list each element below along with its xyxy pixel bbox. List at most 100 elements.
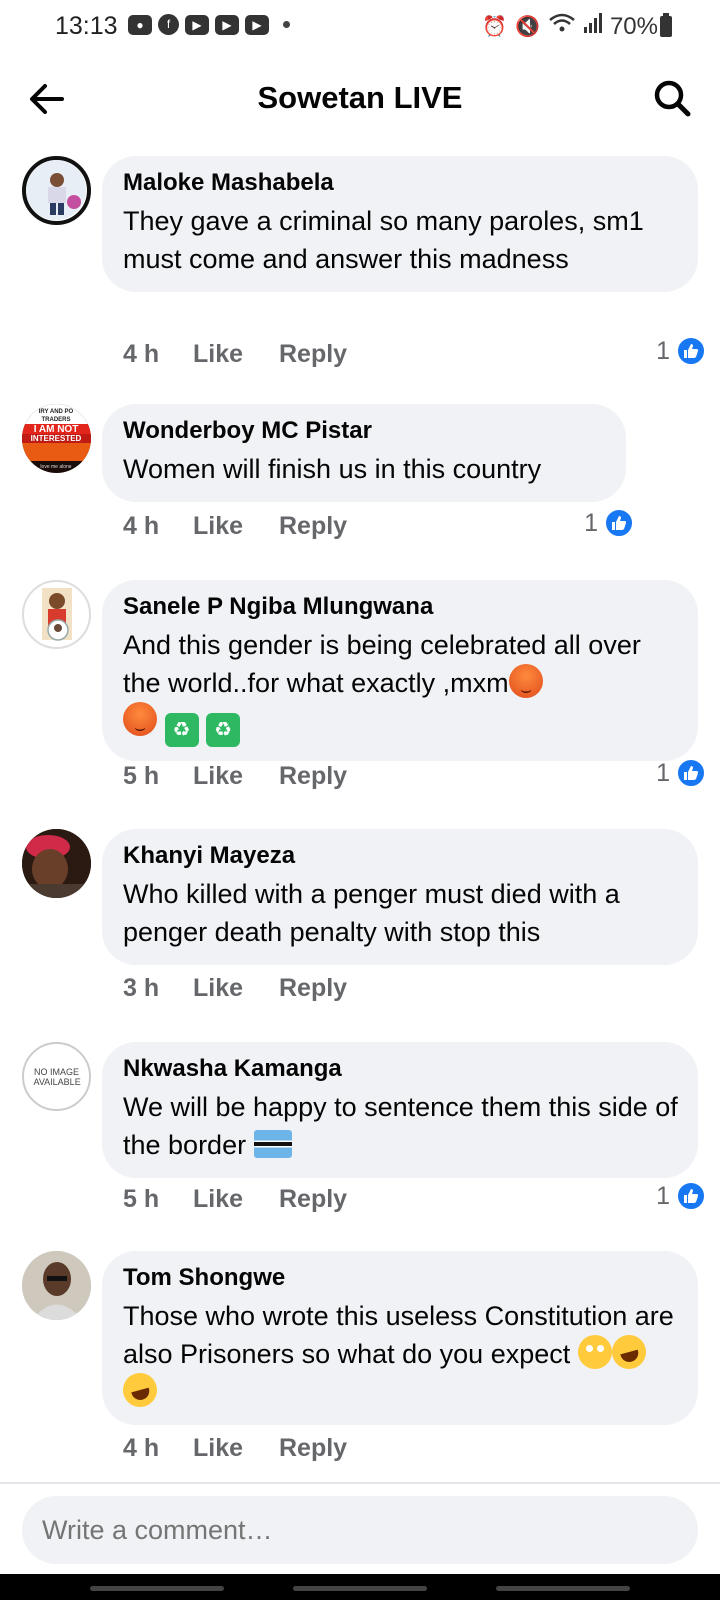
comment-text-body: And this gender is being celebrated all …	[123, 630, 641, 698]
avatar[interactable]	[22, 156, 91, 225]
reply-button[interactable]: Reply	[279, 1434, 347, 1463]
comment-time[interactable]: 4 h	[123, 1434, 193, 1463]
youtube-icon: ▶	[215, 14, 239, 35]
reaction-count[interactable]: 1	[656, 336, 706, 366]
thumbs-up-icon	[604, 508, 634, 538]
search-icon	[654, 80, 691, 117]
composer-divider	[0, 1482, 720, 1484]
comment-time[interactable]: 4 h	[123, 512, 193, 541]
avatar[interactable]: NO IMAGE AVAILABLE	[22, 1042, 91, 1111]
avatar-caption: INTERESTED	[31, 434, 82, 443]
like-button[interactable]: Like	[193, 762, 279, 791]
rolling-laughing-icon	[607, 1331, 650, 1373]
thumbs-up-icon	[676, 758, 706, 788]
reaction-count[interactable]: 1	[656, 758, 706, 788]
comment-bubble[interactable]: Maloke Mashabela They gave a criminal so…	[102, 156, 698, 292]
comment-actions: 4 h Like Reply	[123, 512, 347, 541]
system-icons: ⏰ 🔇 70%	[482, 12, 658, 41]
like-button[interactable]: Like	[193, 512, 279, 541]
comment-actions: 3 h Like Reply	[123, 974, 347, 1003]
alarm-icon: ⏰	[482, 15, 508, 38]
like-button[interactable]: Like	[193, 1185, 279, 1214]
rolling-laughing-icon	[119, 1369, 161, 1411]
angry-face-icon	[508, 664, 543, 698]
notification-icons: ● f ▶ ▶ ▶	[128, 14, 290, 35]
comment-author[interactable]: Khanyi Mayeza	[123, 841, 678, 871]
avatar[interactable]	[22, 1251, 91, 1320]
comment-input[interactable]	[22, 1496, 698, 1564]
more-notifications-dot	[283, 21, 290, 28]
comment-time[interactable]: 4 h	[123, 340, 193, 369]
reply-button[interactable]: Reply	[279, 974, 347, 1003]
nav-back-handle[interactable]	[90, 1586, 224, 1591]
like-button[interactable]: Like	[193, 1434, 279, 1463]
facebook-icon: f	[158, 14, 179, 35]
comment-text: And this gender is being celebrated all …	[123, 626, 678, 747]
litter-bin-icon: ♻	[164, 713, 199, 747]
comment-author[interactable]: Tom Shongwe	[123, 1263, 678, 1293]
comment-author[interactable]: Nkwasha Kamanga	[123, 1054, 678, 1084]
youtube-icon: ▶	[245, 14, 269, 35]
search-button[interactable]	[650, 76, 696, 122]
comment-bubble[interactable]: Nkwasha Kamanga We will be happy to sent…	[102, 1042, 698, 1178]
reaction-number: 1	[656, 758, 670, 787]
comment-text: Women will finish us in this country	[123, 454, 542, 484]
avatar-caption: TRADERS	[41, 417, 70, 423]
comment-time[interactable]: 5 h	[123, 762, 193, 791]
like-button[interactable]: Like	[193, 974, 279, 1003]
youtube-icon: ▶	[185, 14, 209, 35]
comment-author[interactable]: Maloke Mashabela	[123, 168, 678, 198]
botswana-flag-icon	[253, 1130, 292, 1158]
reply-button[interactable]: Reply	[279, 1185, 347, 1214]
mute-icon: 🔇	[515, 15, 540, 38]
thumbs-up-icon	[676, 336, 706, 366]
page-title: Sowetan LIVE	[257, 80, 463, 115]
comment-text: Who killed with a penger must died with …	[123, 879, 620, 947]
like-button[interactable]: Like	[193, 340, 279, 369]
chat-icon: ●	[128, 14, 152, 35]
reaction-count[interactable]: 1	[656, 1181, 706, 1211]
comment-text: Those who wrote this useless Constitutio…	[119, 1297, 678, 1411]
wifi-icon	[548, 12, 576, 41]
app-header: Sowetan LIVE	[0, 52, 720, 144]
comment-text: They gave a criminal so many paroles, sm…	[123, 206, 644, 274]
avatar-caption: IRY AND PO	[39, 409, 74, 415]
reply-button[interactable]: Reply	[279, 762, 347, 791]
nav-recents-handle[interactable]	[496, 1586, 630, 1591]
comment-bubble[interactable]: Tom Shongwe Those who wrote this useless…	[102, 1251, 698, 1425]
comment-actions: 4 h Like Reply	[123, 1434, 347, 1463]
status-bar: 13:13 ● f ▶ ▶ ▶ ⏰ 🔇 70%	[0, 0, 720, 52]
reaction-number: 1	[656, 336, 670, 365]
comment-text: We will be happy to sentence them this s…	[123, 1088, 678, 1164]
reply-button[interactable]: Reply	[279, 340, 347, 369]
status-time: 13:13	[55, 12, 118, 40]
comment-bubble[interactable]: Sanele P Ngiba Mlungwana And this gender…	[102, 580, 698, 761]
reaction-number: 1	[584, 508, 598, 537]
comment-bubble[interactable]: Khanyi Mayeza Who killed with a penger m…	[102, 829, 698, 965]
comment-actions: 5 h Like Reply	[123, 762, 347, 791]
comment-author[interactable]: Wonderboy MC Pistar	[123, 416, 606, 446]
comment-time[interactable]: 3 h	[123, 974, 193, 1003]
reaction-number: 1	[656, 1181, 670, 1210]
comment-actions: 4 h Like Reply	[123, 340, 347, 369]
comment-time[interactable]: 5 h	[123, 1185, 193, 1214]
comment-bubble[interactable]: Wonderboy MC Pistar Women will finish us…	[102, 404, 626, 502]
battery-icon	[660, 13, 672, 37]
litter-bin-icon: ♻	[206, 713, 241, 747]
nav-home-handle[interactable]	[293, 1586, 427, 1591]
signal-icon	[583, 13, 602, 40]
battery-percent: 70%	[609, 12, 658, 40]
reply-button[interactable]: Reply	[279, 512, 347, 541]
system-nav-bar	[0, 1574, 720, 1600]
avatar[interactable]: IRY AND PO TRADERS I AM NOT INTERESTED l…	[22, 404, 91, 473]
comment-author[interactable]: Sanele P Ngiba Mlungwana	[123, 592, 678, 622]
avatar-caption: love me alone	[40, 464, 71, 470]
reaction-count[interactable]: 1	[584, 508, 634, 538]
comment-actions: 5 h Like Reply	[123, 1185, 347, 1214]
avatar[interactable]	[22, 829, 91, 898]
comment-text-body: We will be happy to sentence them this s…	[123, 1092, 678, 1160]
avatar[interactable]	[22, 580, 91, 649]
eye-roll-icon	[577, 1335, 612, 1369]
angry-face-icon	[123, 702, 157, 736]
thumbs-up-icon	[676, 1181, 706, 1211]
